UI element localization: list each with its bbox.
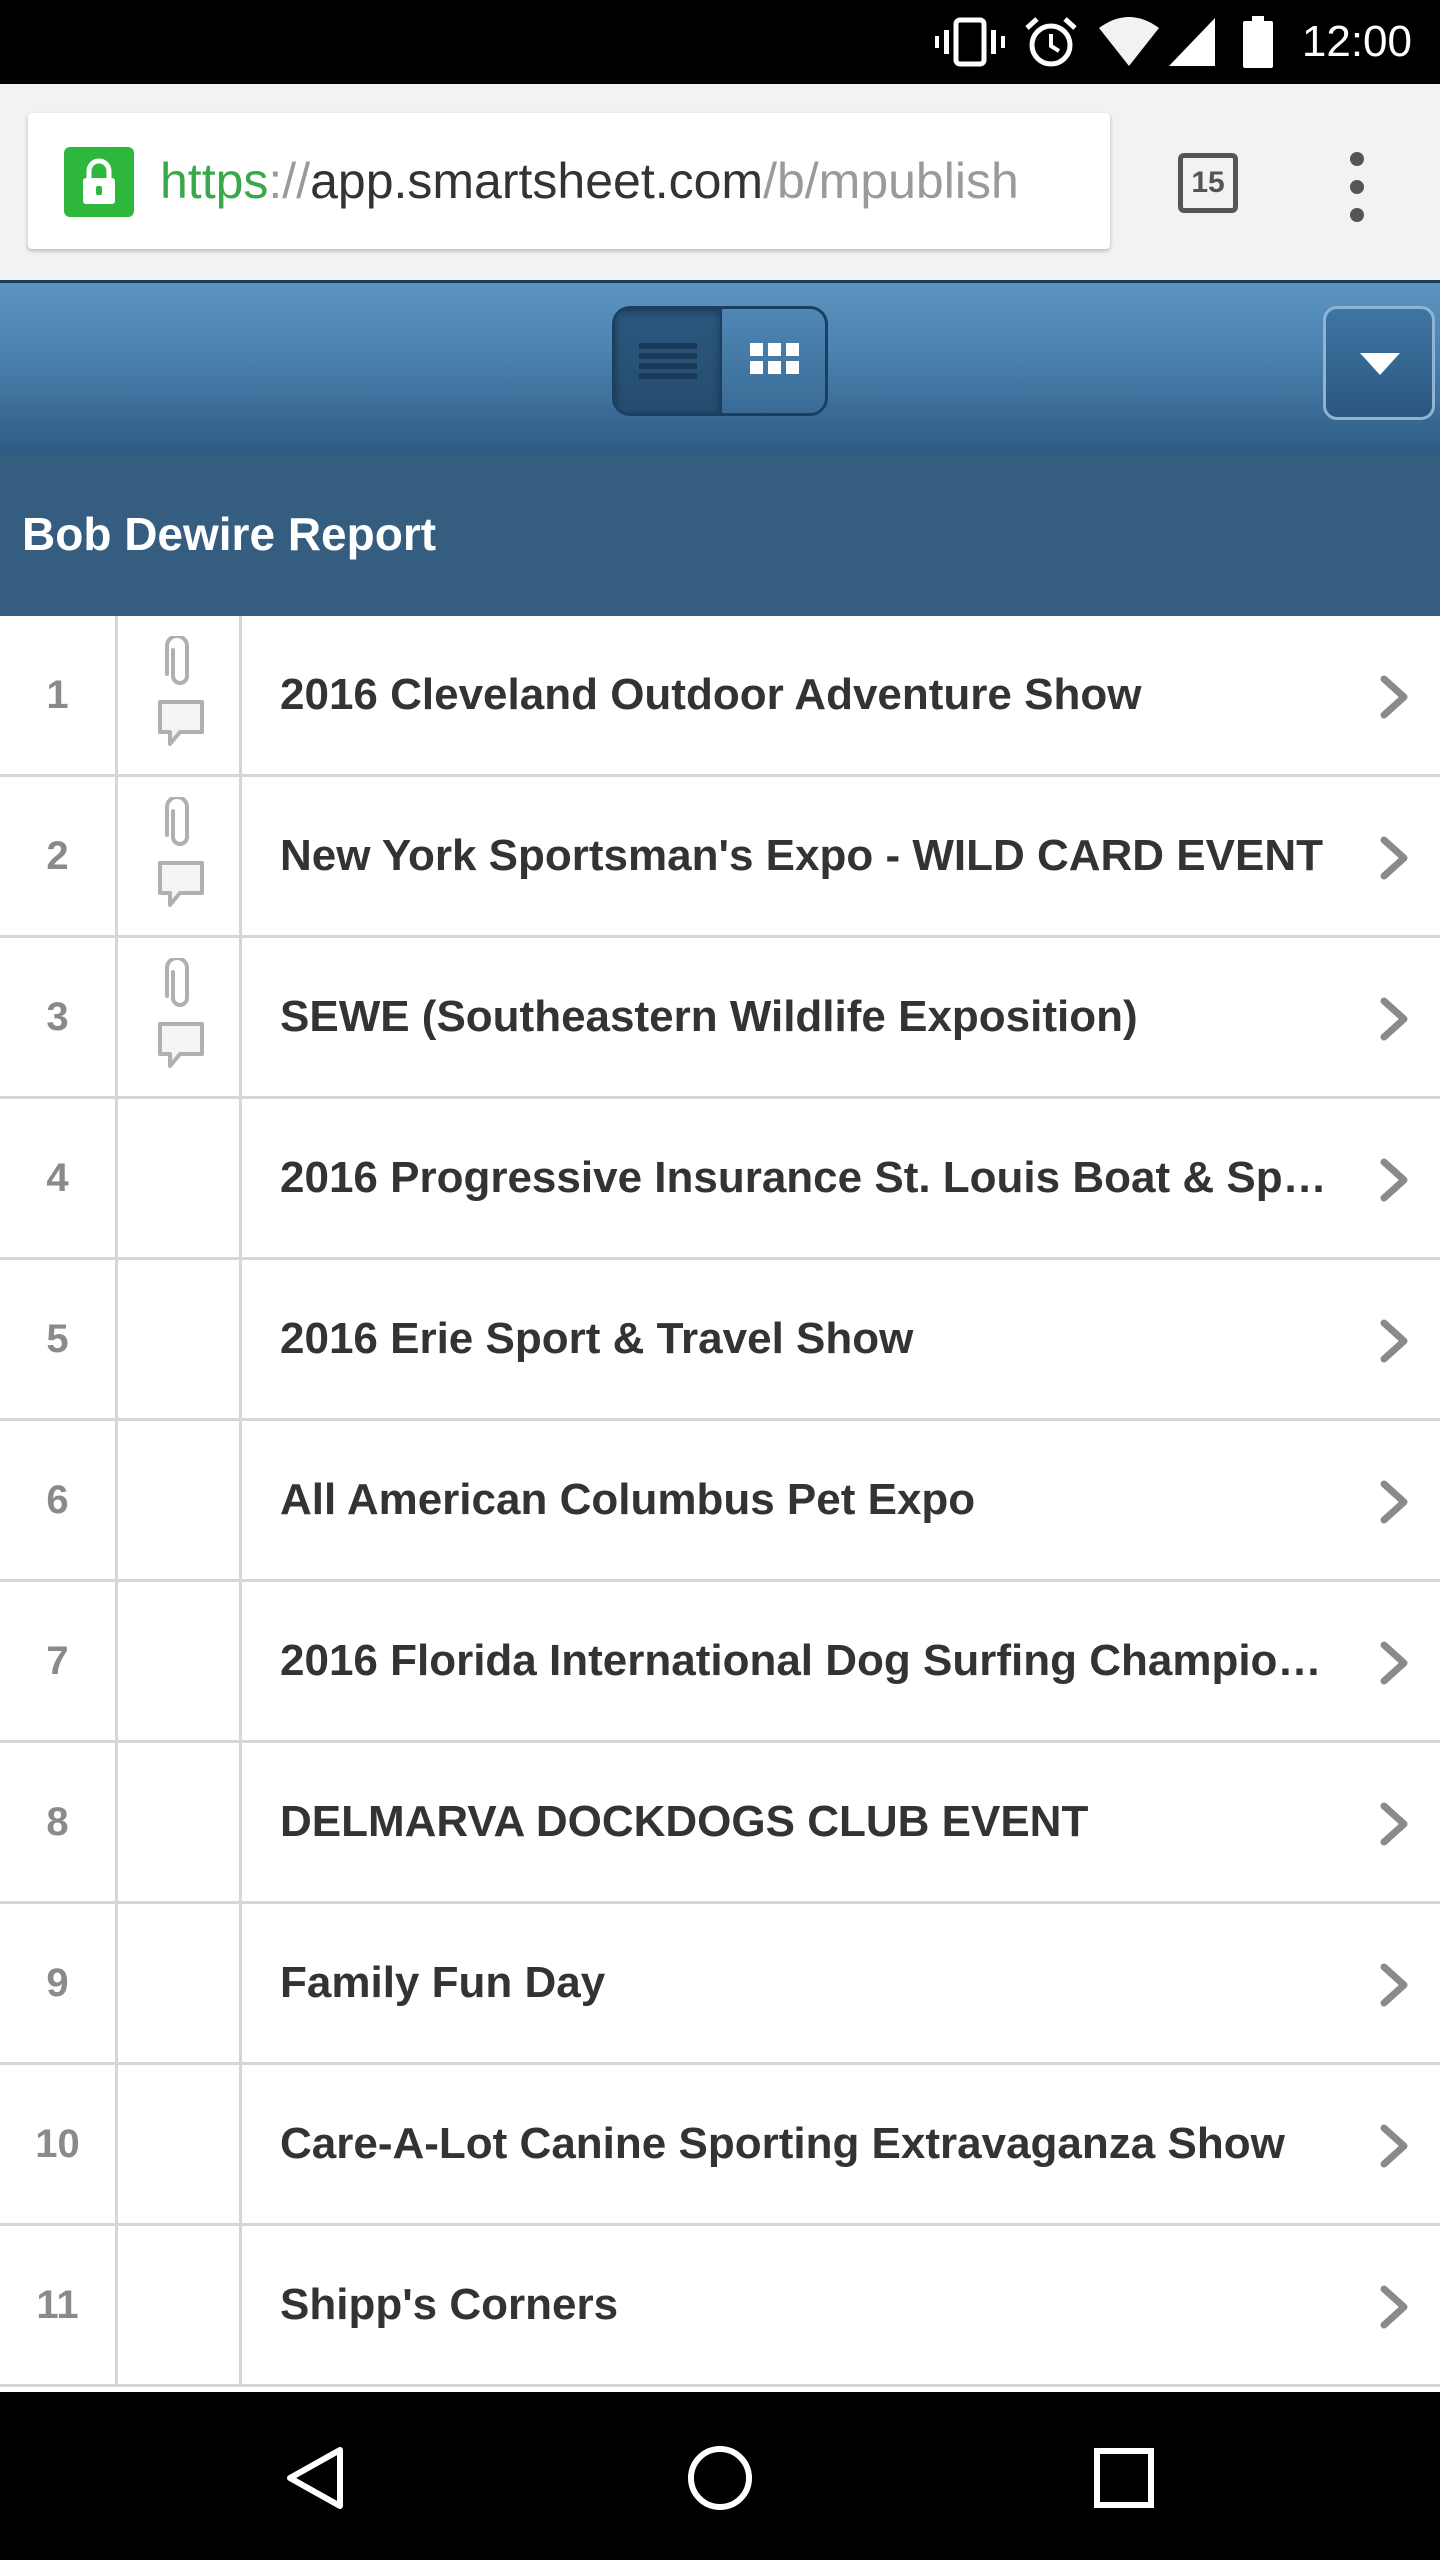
row-indicators <box>118 1099 242 1257</box>
alarm-icon <box>1025 17 1077 67</box>
comment-icon[interactable] <box>156 1020 206 1072</box>
url-bar[interactable]: https://app.smartsheet.com/b/mpublish <box>28 113 1110 249</box>
status-time: 12:00 <box>1301 17 1412 66</box>
signal-icon <box>1169 18 1215 66</box>
row-title[interactable]: Care-A-Lot Canine Sporting Extravaganza … <box>280 2065 1335 2223</box>
chevron-right-icon[interactable] <box>1376 1963 1412 2007</box>
url-path: /b/mpublish <box>763 153 1019 209</box>
row-number: 7 <box>0 1582 118 1740</box>
attachment-icon[interactable] <box>163 797 197 851</box>
row-number: 2 <box>0 777 118 935</box>
list-view-button[interactable] <box>615 309 722 413</box>
chevron-right-icon[interactable] <box>1376 1158 1412 1202</box>
tab-switcher-button[interactable]: 15 <box>1178 153 1238 213</box>
secure-lock-icon[interactable] <box>64 147 134 217</box>
report-row[interactable]: 1 2016 Cleveland Outdoor Adventure Show <box>0 616 1440 777</box>
report-rows: 1 2016 Cleveland Outdoor Adventure Show 2 N… <box>0 616 1440 2390</box>
row-title[interactable]: SEWE (Southeastern Wildlife Exposition) <box>280 938 1335 1096</box>
report-row[interactable]: 7 2016 Florida International Dog Surfing … <box>0 1582 1440 1743</box>
chevron-right-icon[interactable] <box>1376 836 1412 880</box>
chevron-right-icon[interactable] <box>1376 1641 1412 1685</box>
chevron-right-icon[interactable] <box>1376 1480 1412 1524</box>
row-title[interactable]: Family Fun Day <box>280 1904 1335 2062</box>
url-separator: :// <box>268 153 311 209</box>
vibrate-icon <box>935 17 1005 67</box>
comment-icon[interactable] <box>156 698 206 750</box>
url-text[interactable]: https://app.smartsheet.com/b/mpublish <box>160 151 1100 211</box>
row-indicators <box>118 1743 242 1901</box>
report-row[interactable]: 2 New York Sportsman's Expo - WILD CARD E… <box>0 777 1440 938</box>
report-row[interactable]: 5 2016 Erie Sport & Travel Show <box>0 1260 1440 1421</box>
row-number: 6 <box>0 1421 118 1579</box>
row-title[interactable]: 2016 Progressive Insurance St. Louis Boa… <box>280 1099 1335 1257</box>
row-indicators <box>118 938 242 1096</box>
row-indicators <box>118 616 242 774</box>
row-title[interactable]: 2016 Erie Sport & Travel Show <box>280 1260 1335 1418</box>
chevron-right-icon[interactable] <box>1376 2285 1412 2329</box>
row-indicators <box>118 2065 242 2223</box>
url-host: app.smartsheet.com <box>310 153 764 209</box>
report-header: Bob Dewire Report <box>0 452 1440 616</box>
row-number: 1 <box>0 616 118 774</box>
row-title[interactable]: 2016 Cleveland Outdoor Adventure Show <box>280 616 1335 774</box>
comment-icon[interactable] <box>156 859 206 911</box>
report-row[interactable]: 8 DELMARVA DOCKDOGS CLUB EVENT <box>0 1743 1440 1904</box>
attachment-icon[interactable] <box>163 636 197 690</box>
row-indicators <box>118 2226 242 2384</box>
row-title[interactable]: Shipp's Corners <box>280 2226 1335 2384</box>
report-title: Bob Dewire Report <box>22 508 437 560</box>
row-indicators <box>118 1904 242 2062</box>
row-number: 5 <box>0 1260 118 1418</box>
chevron-right-icon[interactable] <box>1376 997 1412 1041</box>
chevron-right-icon[interactable] <box>1376 2124 1412 2168</box>
row-title[interactable]: New York Sportsman's Expo - WILD CARD EV… <box>280 777 1335 935</box>
row-indicators <box>118 1260 242 1418</box>
view-toggle <box>612 306 828 416</box>
row-indicators <box>118 777 242 935</box>
row-number: 10 <box>0 2065 118 2223</box>
report-row[interactable]: 9 Family Fun Day <box>0 1904 1440 2065</box>
row-number: 9 <box>0 1904 118 2062</box>
browser-chrome: https://app.smartsheet.com/b/mpublish 15 <box>0 84 1440 280</box>
list-view-icon <box>639 343 697 379</box>
overflow-menu-icon[interactable] <box>1340 152 1376 222</box>
dropdown-caret-icon <box>1360 353 1400 375</box>
chevron-right-icon[interactable] <box>1376 675 1412 719</box>
grid-view-icon <box>750 343 799 374</box>
home-icon[interactable] <box>686 2444 754 2512</box>
system-nav-bar <box>0 2392 1440 2560</box>
url-scheme: https <box>160 153 269 209</box>
back-icon[interactable] <box>284 2444 348 2512</box>
recents-icon[interactable] <box>1093 2447 1155 2509</box>
row-indicators <box>118 1582 242 1740</box>
row-number: 4 <box>0 1099 118 1257</box>
chevron-right-icon[interactable] <box>1376 1319 1412 1363</box>
row-number: 11 <box>0 2226 118 2384</box>
grid-view-button[interactable] <box>722 309 825 413</box>
row-title[interactable]: All American Columbus Pet Expo <box>280 1421 1335 1579</box>
report-row[interactable]: 10 Care-A-Lot Canine Sporting Extravaganz… <box>0 2065 1440 2226</box>
row-number: 3 <box>0 938 118 1096</box>
report-row[interactable]: 3 SEWE (Southeastern Wildlife Exposition) <box>0 938 1440 1099</box>
status-bar: 12:00 <box>0 0 1440 84</box>
app-toolbar <box>0 280 1440 452</box>
dropdown-menu-button[interactable] <box>1323 306 1435 420</box>
battery-icon <box>1243 16 1273 68</box>
chevron-right-icon[interactable] <box>1376 1802 1412 1846</box>
wifi-icon <box>1099 17 1159 66</box>
report-row[interactable]: 4 2016 Progressive Insurance St. Louis Bo… <box>0 1099 1440 1260</box>
report-row[interactable]: 6 All American Columbus Pet Expo <box>0 1421 1440 1582</box>
row-number: 8 <box>0 1743 118 1901</box>
report-row[interactable]: 11 Shipp's Corners <box>0 2226 1440 2387</box>
row-indicators <box>118 1421 242 1579</box>
row-title[interactable]: DELMARVA DOCKDOGS CLUB EVENT <box>280 1743 1335 1901</box>
row-title[interactable]: 2016 Florida International Dog Surfing C… <box>280 1582 1335 1740</box>
attachment-icon[interactable] <box>163 958 197 1012</box>
